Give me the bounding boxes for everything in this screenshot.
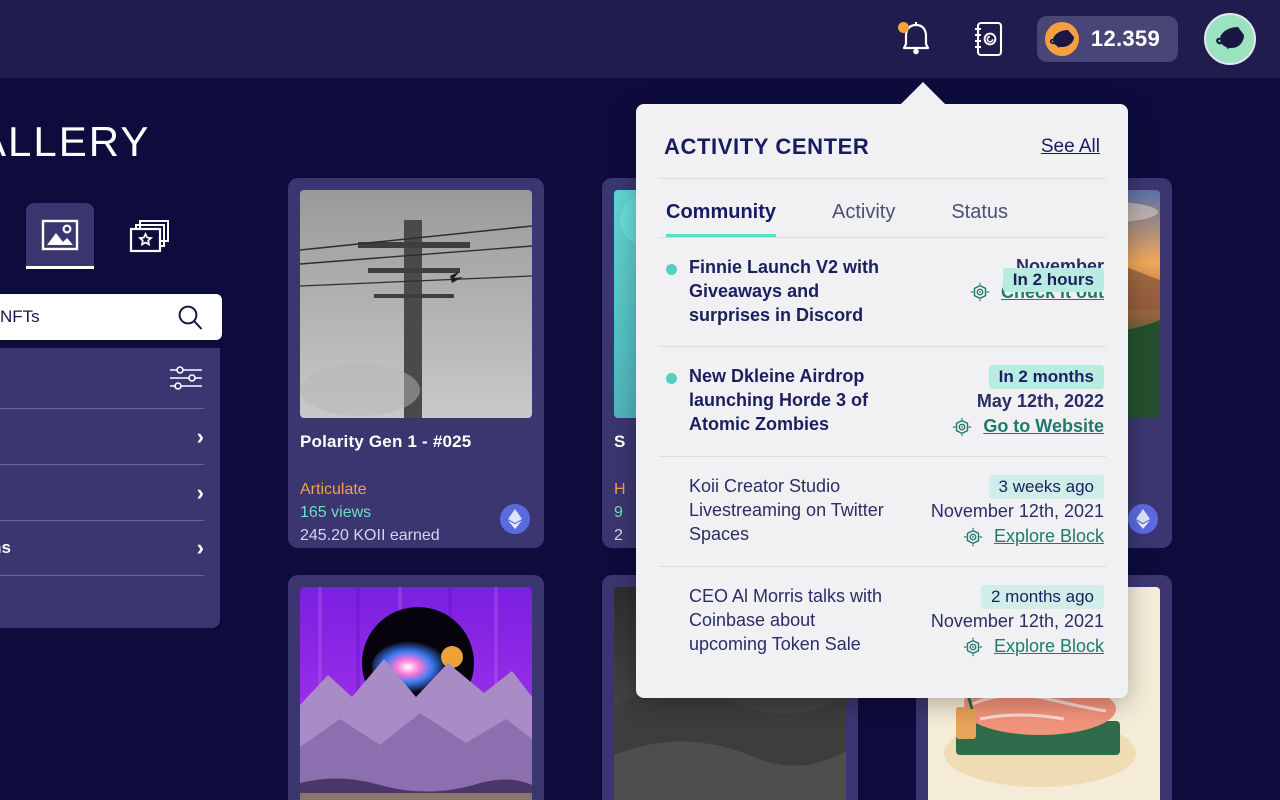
see-all-link[interactable]: See All [1041, 136, 1100, 158]
sliders-icon [170, 366, 202, 390]
block-explorer-icon [963, 637, 983, 656]
address-book-icon [974, 21, 1002, 57]
activity-item-title: New Dkleine Airdrop launching Horde 3 of… [689, 365, 869, 434]
activity-item-left: Koii Creator Studio Livestreaming on Twi… [658, 475, 893, 547]
tab-activity[interactable]: Activity [832, 201, 895, 237]
activity-center-popover: ACTIVITY CENTER See All Community Activi… [636, 104, 1128, 698]
nft-thumbnail [300, 190, 532, 418]
activity-item-link-row[interactable]: Explore Block [962, 526, 1104, 548]
bw-utility-pole-photo [300, 190, 532, 418]
activity-item-link-row[interactable]: Explore Block [962, 636, 1104, 658]
activity-item-link[interactable]: Explore Block [994, 636, 1104, 657]
nft-card[interactable]: Polarity Gen 1 - #025 Articulate 165 vie… [288, 178, 544, 548]
chevron-right-icon: › [196, 535, 204, 560]
top-header: 12.359 [0, 0, 1280, 78]
collection-view-toggle[interactable] [116, 203, 184, 269]
block-explorer-icon [970, 282, 990, 302]
list-item[interactable]: New Dkleine Airdrop launching Horde 3 of… [658, 347, 1106, 457]
activity-item-date: November 12th, 2021 [930, 610, 1104, 631]
nft-thumbnail [300, 587, 532, 800]
activity-list: Finnie Launch V2 with Giveaways and surp… [636, 238, 1128, 676]
search-icon[interactable] [176, 303, 204, 331]
list-item[interactable]: CEO Al Morris talks with Coinbase about … [658, 567, 1106, 676]
filter-row[interactable]: › [0, 464, 204, 520]
activity-item-link[interactable]: Explore Block [994, 526, 1104, 547]
koii-balance-chip[interactable]: 12.359 [1036, 16, 1178, 62]
activity-item-date: May 12th, 2022 [976, 390, 1104, 411]
activity-item-badge: 3 weeks ago [988, 474, 1104, 499]
unread-dot-icon [666, 264, 677, 275]
koii-balance-amount: 12.359 [1090, 26, 1160, 51]
ethereum-badge[interactable] [500, 504, 530, 534]
image-icon [41, 219, 79, 250]
nft-title: Polarity Gen 1 - #025 [300, 432, 472, 451]
koii-fish-icon [1049, 30, 1074, 48]
activity-item-title: Finnie Launch V2 with Giveaways and surp… [689, 257, 880, 325]
user-avatar[interactable] [1204, 13, 1256, 65]
block-explorer-icon [953, 417, 972, 436]
gallery-view-toggle[interactable] [26, 203, 94, 269]
contacts-button[interactable] [965, 16, 1011, 62]
activity-item-left: New Dkleine Airdrop launching Horde 3 of… [658, 365, 893, 437]
block-explorer-icon [963, 527, 983, 546]
nft-views: 165 views [300, 504, 372, 522]
popover-header: ACTIVITY CENTER See All [636, 104, 1128, 160]
nft-card[interactable] [288, 575, 544, 800]
activity-item-left: CEO Al Morris talks with Coinbase about … [658, 585, 893, 657]
list-item[interactable]: Koii Creator Studio Livestreaming on Twi… [658, 457, 1106, 567]
tab-community[interactable]: Community [666, 201, 776, 237]
activity-item-date: November 12th, 2021 [930, 500, 1104, 521]
tab-status[interactable]: Status [951, 201, 1008, 237]
ethereum-icon [508, 509, 522, 529]
purple-mountains-galaxy [300, 587, 532, 800]
view-toggle-group [26, 203, 184, 269]
nft-meta: Articulate 165 views 245.20 KOII earned [300, 478, 532, 548]
filter-row-label: ions [0, 538, 11, 557]
activity-tabs: Community Activity Status [636, 179, 1128, 237]
app-root: ALLERY [0, 0, 1280, 800]
popover-arrow [899, 82, 947, 106]
search-input[interactable] [0, 307, 170, 327]
activity-item-right: 2 months ago November 12th, 2021 Explore… [930, 584, 1106, 658]
activity-item-badge: In 2 hours [1002, 268, 1104, 292]
activity-item-link[interactable]: Go to Website [983, 416, 1104, 437]
notifications-button[interactable] [893, 16, 939, 62]
activity-center-title: ACTIVITY CENTER [664, 134, 870, 159]
activity-item-right: In 2 months May 12th, 2022 Go to Website [951, 364, 1106, 438]
activity-item-badge: In 2 months [988, 364, 1104, 389]
notification-dot-icon [897, 22, 909, 33]
activity-item-left: Finnie Launch V2 with Giveaways and surp… [658, 256, 893, 328]
search-bar[interactable] [0, 294, 222, 340]
stacked-cards-star-icon [129, 220, 169, 253]
ethereum-badge[interactable] [1128, 504, 1158, 534]
chevron-right-icon: › [196, 479, 204, 505]
unread-dot-icon [666, 372, 677, 384]
filter-row[interactable]: ions › [0, 520, 204, 576]
activity-item-link-row[interactable]: Go to Website [951, 416, 1104, 438]
finnie-fish-avatar-icon [1216, 27, 1244, 49]
activity-item-title: Koii Creator Studio Livestreaming on Twi… [689, 475, 884, 544]
nft-earned: 245.20 KOII earned [300, 527, 440, 545]
activity-item-badge: 2 months ago [980, 584, 1104, 609]
header-actions: 12.359 [893, 13, 1280, 65]
filter-panel: › › ions › [0, 348, 220, 628]
nft-author: Articulate [300, 481, 367, 498]
activity-item-title: CEO Al Morris talks with Coinbase about … [689, 585, 883, 654]
ethereum-icon [1136, 509, 1150, 529]
activity-item-right: 3 weeks ago November 12th, 2021 Explore … [930, 474, 1106, 548]
chevron-right-icon: › [196, 423, 204, 449]
filter-row[interactable]: › [0, 408, 204, 464]
list-item[interactable]: Finnie Launch V2 with Giveaways and surp… [658, 238, 1106, 347]
page-title: ALLERY [0, 118, 151, 165]
filter-settings-row[interactable] [0, 348, 204, 408]
koii-logo [1044, 22, 1079, 56]
